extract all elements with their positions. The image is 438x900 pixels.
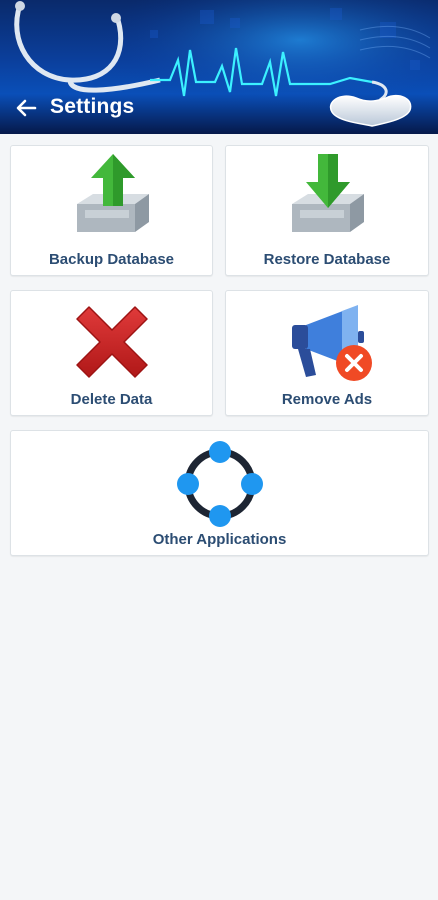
other-applications-card[interactable]: Other Applications [10, 430, 429, 556]
remove-ads-card[interactable]: Remove Ads [225, 290, 429, 416]
megaphone-cancel-icon [292, 305, 372, 381]
app-header: Settings [0, 0, 438, 134]
restore-database-card[interactable]: Restore Database [225, 145, 429, 276]
upload-tray-icon [77, 154, 149, 232]
red-x-icon [76, 306, 148, 378]
arrow-left-icon [16, 99, 37, 117]
download-tray-icon [292, 154, 364, 232]
card-label: Restore Database [263, 251, 391, 268]
card-label: Other Applications [152, 531, 287, 548]
page-title: Settings [50, 95, 135, 118]
card-label: Delete Data [70, 391, 153, 408]
circle-nodes-icon [177, 441, 263, 527]
delete-data-card[interactable]: Delete Data [10, 290, 213, 416]
back-button[interactable] [10, 92, 42, 124]
card-label: Backup Database [48, 251, 175, 268]
backup-database-card[interactable]: Backup Database [10, 145, 213, 276]
card-label: Remove Ads [281, 391, 373, 408]
